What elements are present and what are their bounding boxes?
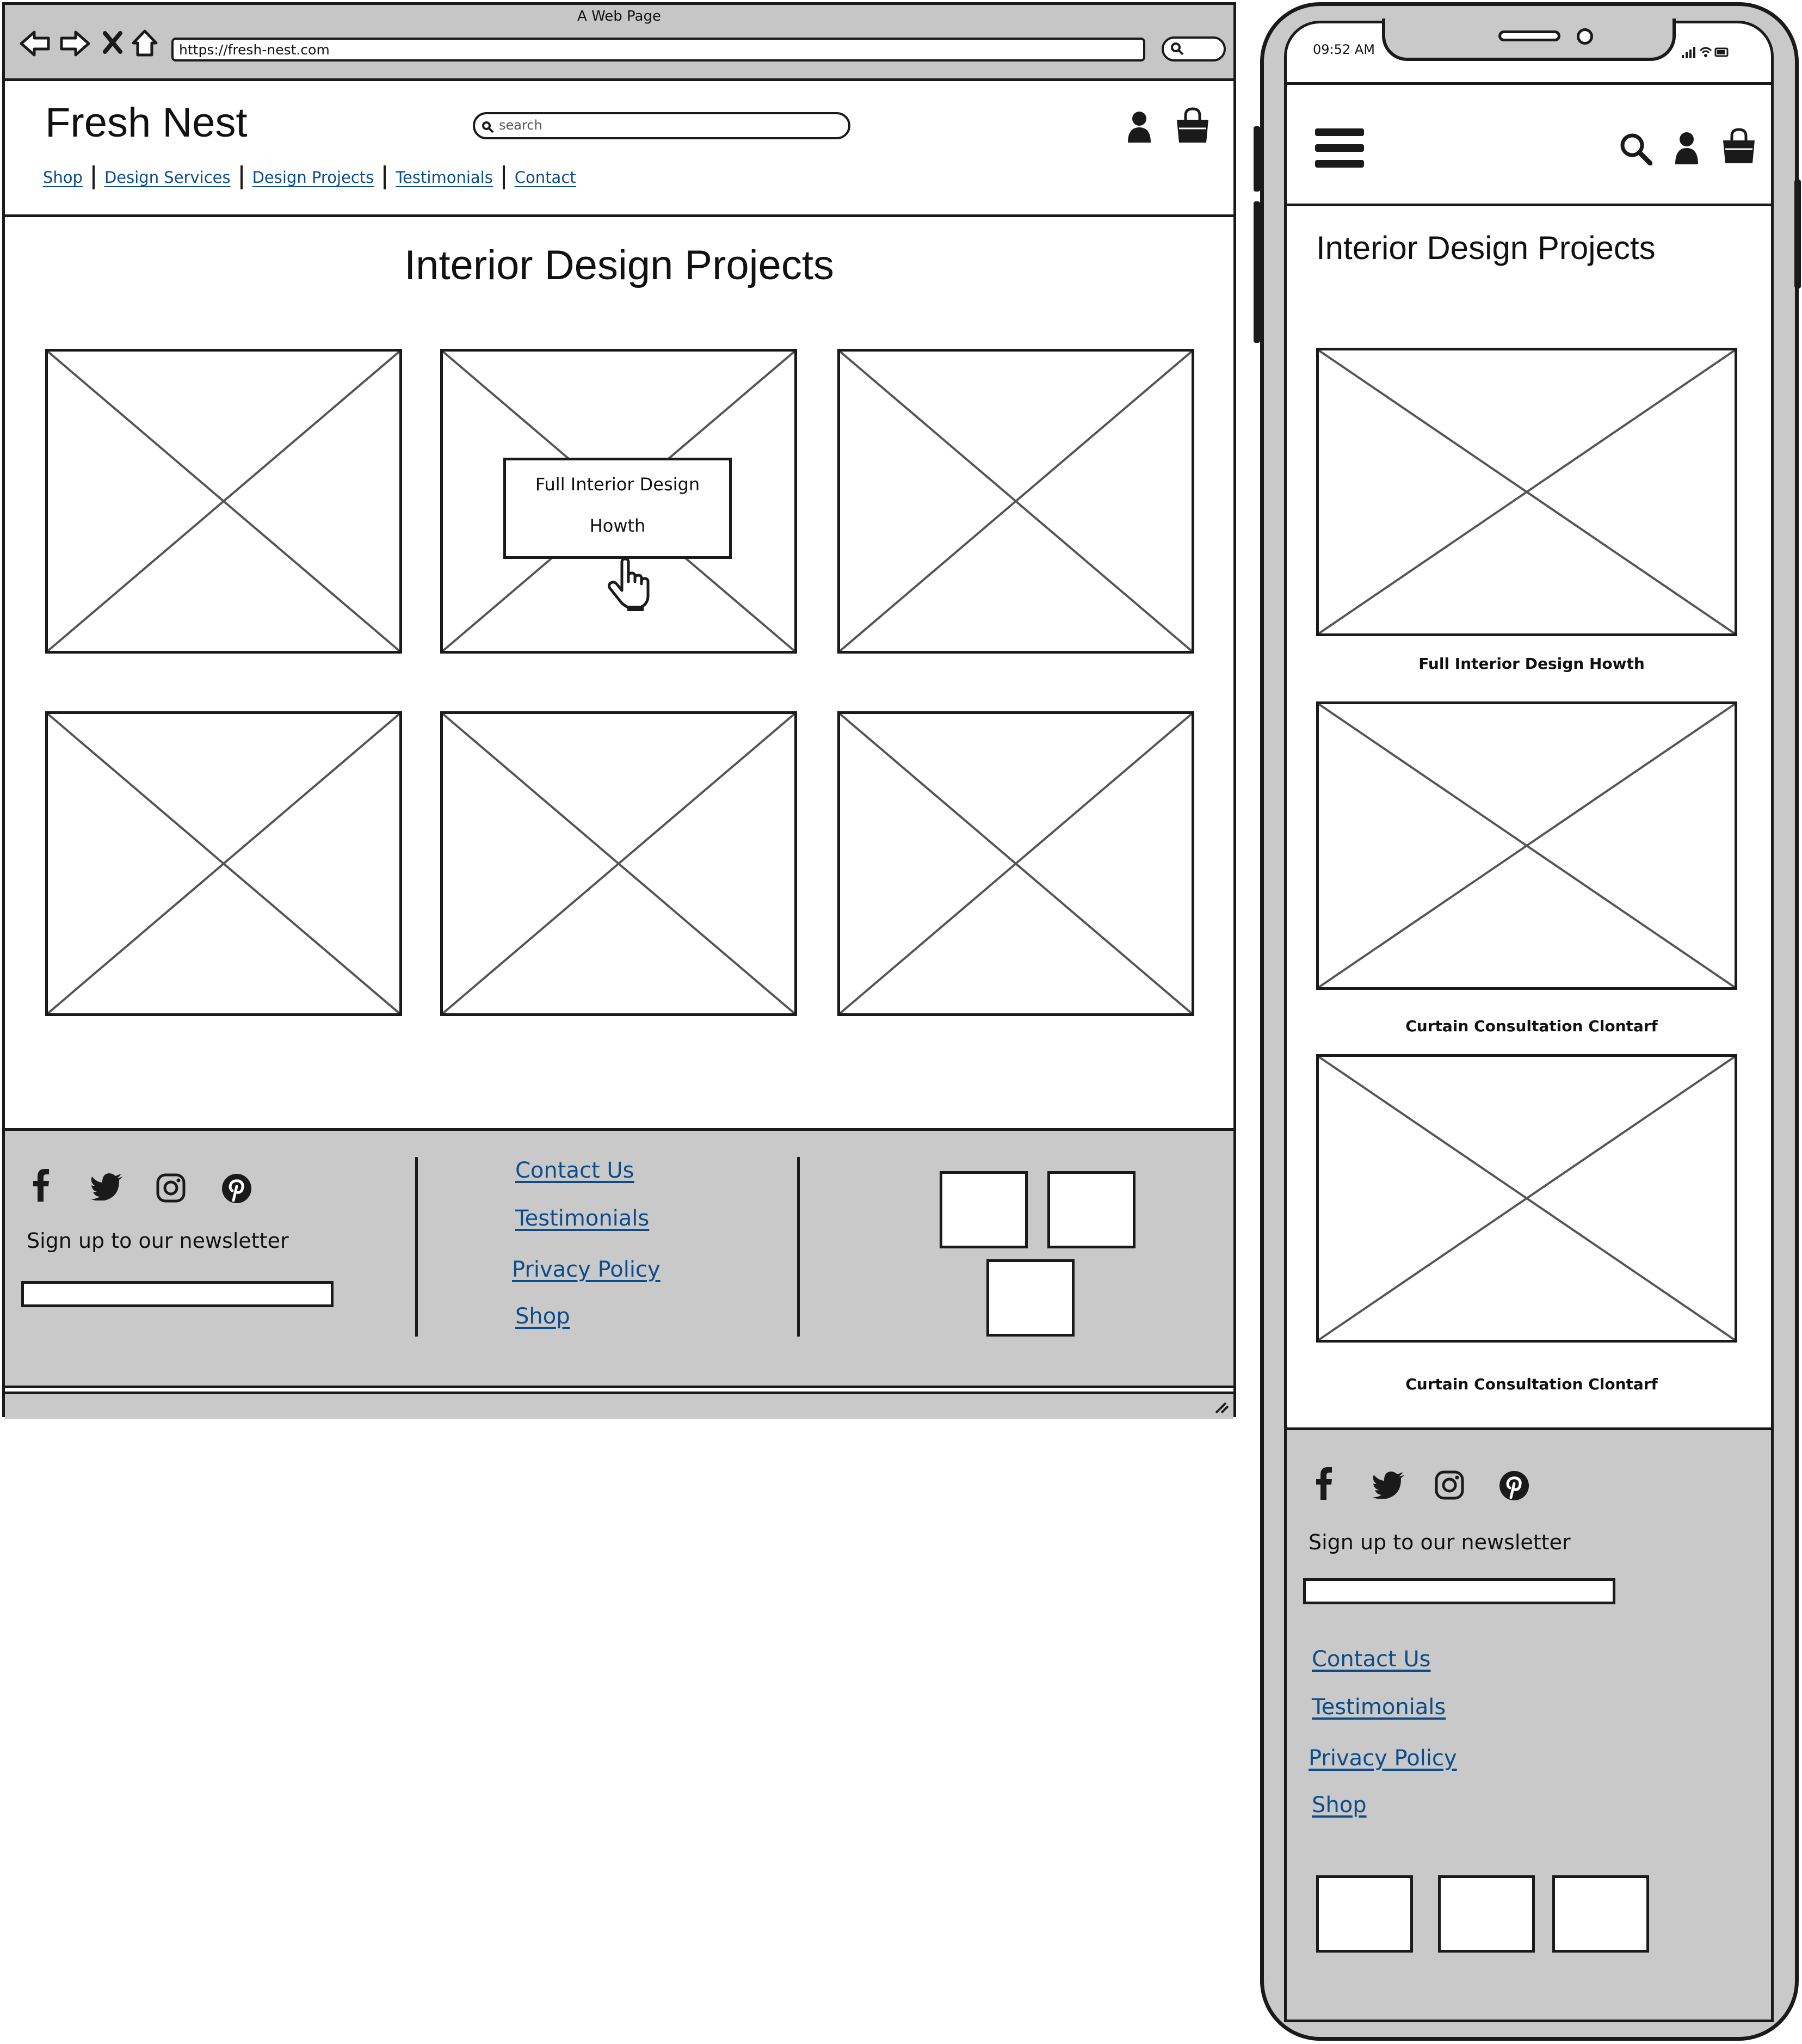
footer-image-placeholder bbox=[986, 1259, 1075, 1337]
forward-arrow-icon[interactable] bbox=[59, 30, 91, 57]
page-title: Interior Design Projects bbox=[404, 242, 834, 288]
pinterest-icon[interactable] bbox=[221, 1173, 252, 1204]
project-caption[interactable]: Curtain Consultation Clontarf bbox=[1287, 1017, 1771, 1035]
project-image-placeholder[interactable] bbox=[837, 349, 1194, 654]
nav-separator bbox=[384, 165, 386, 189]
page-title: Interior Design Projects bbox=[1316, 230, 1656, 266]
site-header: Fresh Nest search Shop Design Services D… bbox=[5, 84, 1233, 217]
twitter-icon[interactable] bbox=[1373, 1472, 1405, 1499]
site-footer: Sign up to our newsletter Contact Us Tes… bbox=[5, 1128, 1233, 1388]
search-icon bbox=[1170, 42, 1184, 56]
nav-link-design-projects[interactable]: Design Projects bbox=[252, 168, 374, 187]
footer-divider bbox=[415, 1157, 418, 1337]
window-title: A Web Page bbox=[577, 8, 661, 24]
project-caption[interactable]: Curtain Consultation Clontarf bbox=[1287, 1375, 1771, 1393]
newsletter-label: Sign up to our newsletter bbox=[1309, 1530, 1571, 1554]
user-icon[interactable] bbox=[1673, 131, 1700, 165]
project-image-placeholder[interactable] bbox=[1316, 701, 1737, 990]
status-icons bbox=[1682, 45, 1731, 59]
mobile-footer: Sign up to our newsletter Contact Us Tes… bbox=[1287, 1427, 1771, 2020]
status-time: 09:52 AM bbox=[1313, 42, 1375, 57]
facebook-icon[interactable] bbox=[1315, 1466, 1332, 1500]
footer-link-privacy-policy[interactable]: Privacy Policy bbox=[1309, 1746, 1457, 1771]
phone-camera bbox=[1577, 28, 1593, 45]
search-input[interactable]: search bbox=[473, 112, 850, 139]
nav-link-shop[interactable]: Shop bbox=[43, 168, 83, 187]
nav-link-contact[interactable]: Contact bbox=[515, 168, 576, 187]
project-hover-card[interactable]: Full Interior Design Howth bbox=[503, 458, 732, 559]
phone-side-button bbox=[1254, 126, 1260, 192]
phone-speaker bbox=[1498, 30, 1560, 41]
project-image-placeholder[interactable] bbox=[837, 711, 1194, 1016]
project-image-placeholder[interactable] bbox=[45, 711, 402, 1016]
browser-search-box[interactable] bbox=[1162, 36, 1226, 61]
phone-side-button bbox=[1794, 180, 1801, 288]
desktop-browser-window: A Web Page https://fresh-nest.com Fresh … bbox=[2, 2, 1236, 1419]
hamburger-menu-icon[interactable] bbox=[1315, 127, 1364, 169]
search-placeholder: search bbox=[499, 118, 542, 133]
phone-notch bbox=[1382, 19, 1676, 61]
address-bar[interactable]: https://fresh-nest.com bbox=[171, 38, 1145, 61]
footer-image-placeholder bbox=[1047, 1171, 1135, 1248]
nav-link-design-services[interactable]: Design Services bbox=[104, 168, 231, 187]
twitter-icon[interactable] bbox=[91, 1173, 124, 1200]
project-image-placeholder[interactable] bbox=[1316, 348, 1737, 636]
resize-grip-icon[interactable] bbox=[1214, 1401, 1229, 1414]
footer-image-placeholder bbox=[1316, 1875, 1413, 1953]
project-image-placeholder[interactable] bbox=[440, 711, 797, 1016]
footer-link-shop[interactable]: Shop bbox=[1312, 1793, 1367, 1818]
footer-divider bbox=[797, 1157, 800, 1337]
footer-image-placeholder bbox=[1438, 1875, 1535, 1953]
brand-logo-text[interactable]: Fresh Nest bbox=[45, 99, 248, 146]
browser-status-bar bbox=[5, 1392, 1233, 1419]
search-icon[interactable] bbox=[1619, 132, 1652, 165]
footer-link-shop[interactable]: Shop bbox=[515, 1304, 570, 1329]
project-caption[interactable]: Full Interior Design Howth bbox=[1287, 655, 1771, 673]
mobile-screen: 09:52 AM Interior Design Projects Full I… bbox=[1284, 21, 1774, 2022]
instagram-icon[interactable] bbox=[1435, 1470, 1464, 1500]
phone-side-button bbox=[1254, 201, 1260, 343]
home-icon[interactable] bbox=[131, 29, 158, 57]
hover-card-title: Full Interior Design bbox=[535, 474, 700, 495]
footer-link-contact-us[interactable]: Contact Us bbox=[515, 1158, 634, 1183]
mobile-header bbox=[1287, 82, 1771, 206]
instagram-icon[interactable] bbox=[156, 1173, 186, 1203]
newsletter-label: Sign up to our newsletter bbox=[27, 1229, 289, 1253]
search-icon bbox=[482, 121, 495, 134]
footer-link-contact-us[interactable]: Contact Us bbox=[1312, 1647, 1430, 1672]
newsletter-email-input[interactable] bbox=[1303, 1578, 1615, 1604]
shopping-bag-icon[interactable] bbox=[1174, 107, 1212, 145]
browser-toolbar: A Web Page https://fresh-nest.com bbox=[5, 5, 1233, 81]
nav-separator bbox=[240, 165, 243, 189]
pinterest-icon[interactable] bbox=[1499, 1470, 1529, 1501]
footer-image-placeholder bbox=[940, 1171, 1028, 1248]
footer-image-placeholder bbox=[1552, 1875, 1649, 1953]
stop-x-icon[interactable] bbox=[103, 31, 122, 54]
back-arrow-icon[interactable] bbox=[19, 30, 51, 57]
facebook-icon[interactable] bbox=[32, 1168, 50, 1202]
project-image-placeholder[interactable] bbox=[1316, 1054, 1737, 1343]
footer-link-testimonials[interactable]: Testimonials bbox=[515, 1206, 649, 1231]
newsletter-email-input[interactable] bbox=[21, 1281, 334, 1307]
shopping-bag-icon[interactable] bbox=[1720, 127, 1758, 165]
hover-card-subtitle: Howth bbox=[589, 515, 646, 536]
nav-separator bbox=[92, 165, 95, 189]
hand-pointer-cursor-icon bbox=[606, 558, 655, 612]
user-icon[interactable] bbox=[1126, 110, 1153, 144]
footer-link-testimonials[interactable]: Testimonials bbox=[1312, 1695, 1446, 1720]
nav-separator bbox=[502, 165, 505, 189]
nav-link-testimonials[interactable]: Testimonials bbox=[396, 168, 493, 187]
project-image-placeholder[interactable] bbox=[45, 349, 402, 654]
footer-link-privacy-policy[interactable]: Privacy Policy bbox=[512, 1257, 661, 1282]
main-navigation: Shop Design Services Design Projects Tes… bbox=[43, 165, 576, 189]
